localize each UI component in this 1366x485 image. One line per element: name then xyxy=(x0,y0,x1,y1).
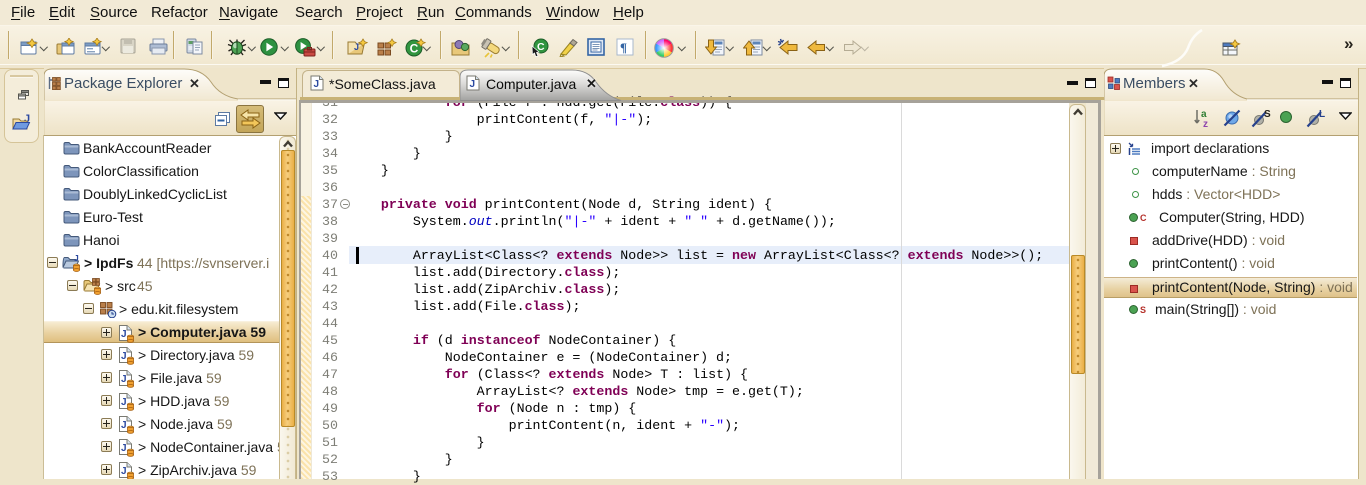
svg-text:J: J xyxy=(121,374,127,385)
svg-text:J: J xyxy=(354,42,359,52)
svg-text:L: L xyxy=(1319,109,1325,120)
svg-text:C: C xyxy=(410,42,419,56)
svg-text:¶: ¶ xyxy=(620,40,627,55)
svg-text:J: J xyxy=(121,443,127,454)
svg-text:S: S xyxy=(1264,109,1271,120)
svg-text:J: J xyxy=(314,79,320,90)
svg-text:J: J xyxy=(121,466,127,477)
svg-text:J: J xyxy=(121,351,127,362)
svg-text:J: J xyxy=(121,329,127,340)
svg-text:z: z xyxy=(1203,119,1208,129)
svg-text:J: J xyxy=(121,420,127,431)
svg-text:J: J xyxy=(121,397,127,408)
svg-text:J: J xyxy=(74,254,79,263)
svg-text:J: J xyxy=(470,79,476,90)
